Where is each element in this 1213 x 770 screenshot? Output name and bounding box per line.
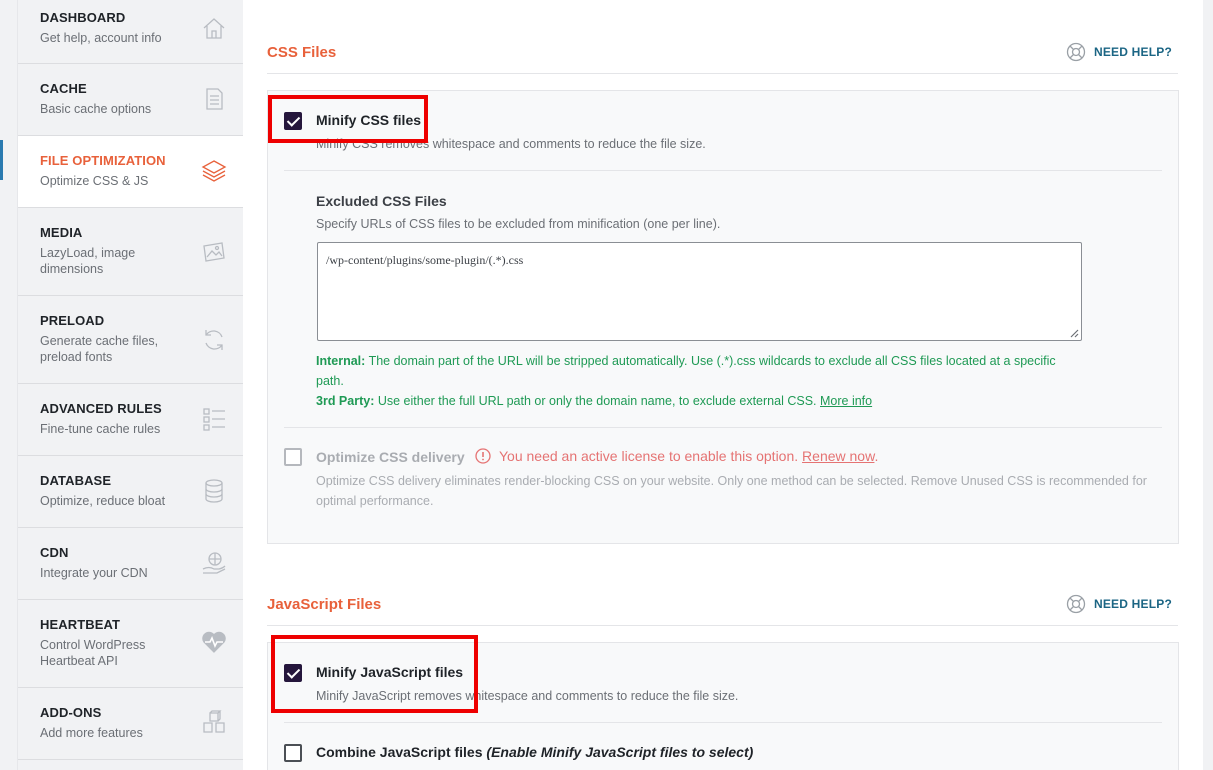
section-divider bbox=[267, 73, 1178, 74]
excluded-css-value: /wp-content/plugins/some-plugin/(.*).css bbox=[326, 253, 524, 267]
sidebar-item-subtitle: Add more features bbox=[40, 726, 143, 740]
sidebar-item-cdn[interactable]: CDN Integrate your CDN bbox=[18, 528, 243, 600]
optimize-css-delivery-description: Optimize CSS delivery eliminates render-… bbox=[316, 474, 1147, 508]
sidebar-item-preload[interactable]: PRELOAD Generate cache files, preload fo… bbox=[18, 296, 243, 384]
third-party-note-label: 3rd Party: bbox=[316, 394, 375, 408]
internal-note-text: The domain part of the URL will be strip… bbox=[316, 354, 1056, 388]
edge-marker bbox=[0, 140, 3, 180]
highlight-box-minify-css bbox=[268, 95, 428, 143]
license-warning-text: You need an active license to enable thi… bbox=[499, 448, 799, 464]
section-divider bbox=[267, 625, 1178, 626]
optimize-css-delivery-label[interactable]: Optimize CSS delivery bbox=[316, 449, 465, 465]
sidebar-item-subtitle: Integrate your CDN bbox=[40, 566, 148, 580]
sidebar-item-subtitle: Control WordPress Heartbeat API bbox=[40, 638, 146, 668]
excluded-css-description: Specify URLs of CSS files to be excluded… bbox=[316, 217, 721, 231]
combine-js-note: (Enable Minify JavaScript files to selec… bbox=[486, 744, 754, 760]
option-divider bbox=[284, 427, 1162, 428]
left-edge-strip bbox=[0, 0, 18, 770]
home-icon bbox=[201, 15, 227, 41]
alert-circle-icon bbox=[475, 448, 491, 464]
list-icon bbox=[201, 406, 227, 432]
database-icon bbox=[201, 478, 227, 504]
css-need-help-link[interactable]: NEED HELP? bbox=[1066, 42, 1172, 62]
globe-hand-icon bbox=[201, 550, 227, 576]
third-party-note-text: Use either the full URL path or only the… bbox=[377, 394, 817, 408]
license-warning: You need an active license to enable thi… bbox=[475, 448, 878, 464]
refresh-icon bbox=[201, 327, 227, 353]
sidebar-item-title: MEDIA bbox=[40, 225, 83, 240]
cubes-icon bbox=[201, 710, 227, 736]
sidebar-item-add-ons[interactable]: ADD-ONS Add more features bbox=[18, 688, 243, 760]
js-need-help-link[interactable]: NEED HELP? bbox=[1066, 594, 1172, 614]
excluded-css-title: Excluded CSS Files bbox=[316, 193, 447, 209]
sidebar-item-subtitle: Optimize, reduce bloat bbox=[40, 494, 166, 508]
combine-js-label[interactable]: Combine JavaScript files (Enable Minify … bbox=[316, 744, 753, 760]
sidebar-item-subtitle: Generate cache files, preload fonts bbox=[40, 334, 159, 364]
document-icon bbox=[201, 86, 227, 112]
excluded-css-textarea[interactable]: /wp-content/plugins/some-plugin/(.*).css bbox=[317, 242, 1082, 341]
heartbeat-icon bbox=[201, 629, 227, 655]
sidebar-item-subtitle: Get help, account info bbox=[40, 31, 162, 45]
more-info-link[interactable]: More info bbox=[820, 394, 872, 408]
need-help-label: NEED HELP? bbox=[1093, 45, 1172, 59]
sidebar-item-dashboard[interactable]: DASHBOARD Get help, account info bbox=[18, 0, 243, 64]
resize-handle-icon[interactable] bbox=[1069, 328, 1079, 338]
optimize-css-delivery-checkbox[interactable] bbox=[284, 448, 302, 466]
js-section-title: JavaScript Files bbox=[267, 596, 382, 613]
sidebar: DASHBOARD Get help, account info CACHE B… bbox=[18, 0, 243, 770]
layers-icon bbox=[201, 158, 227, 184]
sidebar-item-database[interactable]: DATABASE Optimize, reduce bloat bbox=[18, 456, 243, 528]
lifebuoy-icon bbox=[1066, 42, 1086, 62]
third-party-note: 3rd Party: Use either the full URL path … bbox=[316, 391, 1096, 411]
combine-js-checkbox[interactable] bbox=[284, 744, 302, 762]
highlight-box-minify-js bbox=[271, 635, 478, 713]
combine-js-label-text: Combine JavaScript files bbox=[316, 744, 483, 760]
sidebar-item-subtitle: Fine-tune cache rules bbox=[40, 422, 161, 436]
need-help-label: NEED HELP? bbox=[1093, 597, 1172, 611]
option-divider bbox=[284, 722, 1162, 723]
sidebar-item-title: PRELOAD bbox=[40, 313, 105, 328]
css-section-title: CSS Files bbox=[267, 44, 337, 61]
lifebuoy-icon bbox=[1066, 594, 1086, 614]
sidebar-item-subtitle: LazyLoad, image dimensions bbox=[40, 246, 136, 276]
image-icon bbox=[201, 239, 227, 265]
sidebar-item-advanced-rules[interactable]: ADVANCED RULES Fine-tune cache rules bbox=[18, 384, 243, 456]
sidebar-item-heartbeat[interactable]: HEARTBEAT Control WordPress Heartbeat AP… bbox=[18, 600, 243, 688]
sidebar-item-file-optimization[interactable]: FILE OPTIMIZATION Optimize CSS & JS bbox=[18, 136, 243, 208]
sidebar-item-media[interactable]: MEDIA LazyLoad, image dimensions bbox=[18, 208, 243, 296]
internal-note-label: Internal: bbox=[316, 354, 366, 368]
sidebar-item-cache[interactable]: CACHE Basic cache options bbox=[18, 64, 243, 136]
renew-now-link[interactable]: Renew now bbox=[802, 448, 874, 464]
css-options-card: Minify CSS files Minify CSS removes whit… bbox=[267, 90, 1179, 544]
internal-note: Internal: The domain part of the URL wil… bbox=[316, 351, 1086, 391]
option-divider bbox=[284, 170, 1162, 171]
sidebar-item-subtitle: Basic cache options bbox=[40, 102, 152, 116]
sidebar-item-subtitle: Optimize CSS & JS bbox=[40, 174, 149, 188]
right-edge-strip bbox=[1203, 0, 1213, 770]
